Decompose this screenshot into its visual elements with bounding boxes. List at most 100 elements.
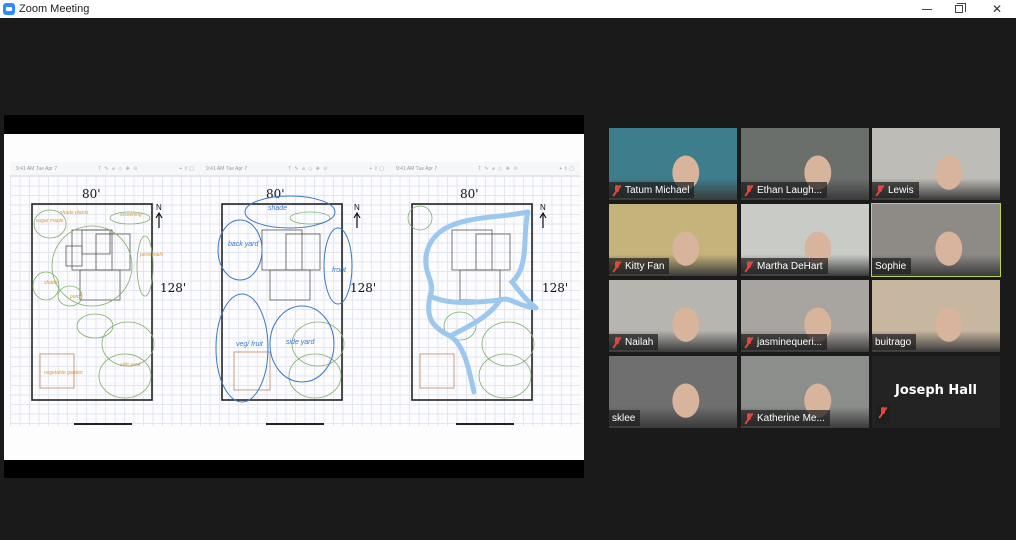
site-plan-page-1: 80' 128' N sugar maple shade plants scre…	[10, 176, 200, 426]
dim-width-1: 80'	[82, 187, 101, 201]
participant-tile[interactable]: Katherine Me...	[741, 356, 869, 428]
mic-muted-icon	[612, 260, 622, 272]
svg-text:shade: shade	[268, 205, 287, 212]
participant-name: Lewis	[888, 184, 914, 196]
participant-tile[interactable]: Nailah	[609, 280, 737, 352]
participant-name: Ethan Laugh...	[757, 184, 823, 196]
participant-nameplate: Katherine Me...	[741, 410, 830, 426]
toolbar-tools: T ✎ ⌀ ◇ ✥ ⊙	[478, 165, 519, 172]
site-plan-drawing-3: 80' 128' N	[407, 187, 568, 401]
toolbar-actions: + ⇪ ▢	[369, 165, 384, 172]
participant-name: sklee	[612, 412, 636, 424]
site-plan-page-3: 80' 128' N	[390, 176, 580, 426]
participant-tile[interactable]: Kitty Fan	[609, 204, 737, 276]
svg-text:128': 128'	[350, 281, 376, 295]
ipad-toolbar-2: 9:41 AM Tue Apr 7 T ✎ ⌀ ◇ ✥ ⊙ + ⇪ ▢	[200, 162, 390, 176]
close-icon: ✕	[991, 2, 1003, 16]
participant-nameplate: sklee	[609, 410, 641, 426]
participant-nameplate: Kitty Fan	[609, 258, 670, 274]
toolbar-tools: T ✎ ⌀ ◇ ✥ ⊙	[98, 165, 139, 172]
title-bar: Zoom Meeting ✕	[0, 0, 1016, 18]
participant-name: Tatum Michael	[625, 184, 690, 196]
svg-text:shade: shade	[44, 280, 58, 286]
participant-nameplate: Lewis	[872, 182, 919, 198]
participant-tile[interactable]: Ethan Laugh...	[741, 128, 869, 200]
participant-tile[interactable]: Lewis	[872, 128, 1000, 200]
svg-text:N: N	[354, 203, 360, 212]
ipad-toolbar-3: 9:41 AM Tue Apr 7 T ✎ ⌀ ◇ ✥ ⊙ + ⇪ ▢	[390, 162, 580, 176]
toolbar-status: 9:41 AM Tue Apr 7	[206, 165, 248, 172]
participant-nameplate: Tatum Michael	[609, 182, 695, 198]
mic-muted-icon	[744, 260, 754, 272]
svg-text:side yard: side yard	[286, 339, 316, 346]
home-indicator-3	[456, 423, 514, 425]
svg-text:back yard: back yard	[228, 241, 259, 248]
restore-icon	[955, 3, 966, 13]
svg-text:128': 128'	[542, 281, 568, 295]
mic-muted-icon	[875, 184, 885, 196]
svg-text:veg/ fruit: veg/ fruit	[236, 341, 264, 348]
participant-name: Katherine Me...	[757, 412, 825, 424]
participant-nameplate: Sophie	[872, 258, 912, 274]
participant-tile[interactable]: Joseph Hall	[872, 356, 1000, 428]
zoom-app-icon	[3, 3, 15, 15]
site-plan-drawing-2: 80' 128' N shade back yard front veg/ fr…	[215, 187, 376, 403]
svg-text:side yard: side yard	[120, 362, 141, 368]
participant-tile[interactable]: buitrago	[872, 280, 1000, 352]
participant-nameplate: jasminequeri...	[741, 334, 828, 350]
minimize-button[interactable]	[909, 0, 945, 18]
minimize-icon	[922, 8, 932, 10]
participant-name: Martha DeHart	[757, 260, 823, 272]
mic-muted-icon	[744, 184, 754, 196]
zone-circles	[215, 195, 353, 403]
participant-nameplate: buitrago	[872, 334, 917, 350]
mic-muted-icon	[612, 184, 622, 196]
svg-text:vegetable garden: vegetable garden	[44, 370, 83, 376]
muted-indicator	[876, 404, 890, 424]
participant-nameplate: Nailah	[609, 334, 659, 350]
svg-text:sugar maple: sugar maple	[36, 218, 64, 224]
participant-tile[interactable]: sklee	[609, 356, 737, 428]
participant-tile[interactable]: Martha DeHart	[741, 204, 869, 276]
participant-tile[interactable]: jasminequeri...	[741, 280, 869, 352]
toolbar-actions: + ⇪ ▢	[559, 165, 574, 172]
participant-nameplate: Ethan Laugh...	[741, 182, 828, 198]
svg-text:front: front	[332, 267, 347, 274]
participant-tile[interactable]: Sophie	[871, 203, 1001, 277]
ipad-toolbar-1: 9:41 AM Tue Apr 7 T ✎ ⌀ ◇ ✥ ⊙ + ⇪ ▢	[10, 162, 200, 176]
participant-name: Nailah	[625, 336, 654, 348]
shared-screen[interactable]: 9:41 AM Tue Apr 7 T ✎ ⌀ ◇ ✥ ⊙ + ⇪ ▢ 80' …	[4, 115, 584, 478]
svg-text:perennials: perennials	[139, 252, 164, 258]
participant-name-large: Joseph Hall	[895, 383, 977, 398]
participant-name: buitrago	[875, 336, 912, 348]
home-indicator-2	[266, 423, 324, 425]
meeting-stage: 9:41 AM Tue Apr 7 T ✎ ⌀ ◇ ✥ ⊙ + ⇪ ▢ 80' …	[0, 18, 1016, 540]
site-plan-drawing-1: 80' 128' N sugar maple shade plants scre…	[31, 187, 186, 401]
participant-name: Kitty Fan	[625, 260, 665, 272]
house-footprint	[65, 229, 131, 301]
close-button[interactable]: ✕	[979, 0, 1015, 18]
dim-length-1: 128'	[160, 281, 186, 295]
participant-name: Sophie	[875, 260, 907, 272]
circulation-path	[423, 209, 539, 395]
participant-nameplate: Martha DeHart	[741, 258, 828, 274]
mic-muted-icon	[744, 412, 754, 424]
toolbar-status: 9:41 AM Tue Apr 7	[16, 165, 58, 172]
svg-text:shade plants: shade plants	[60, 210, 89, 216]
north-label-1: N	[156, 203, 162, 212]
participant-name: jasminequeri...	[757, 336, 823, 348]
svg-text:porch: porch	[69, 294, 83, 300]
site-plan-page-2: 80' 128' N shade back yard front veg/ fr…	[200, 176, 390, 426]
mic-muted-icon	[878, 407, 888, 418]
window-title: Zoom Meeting	[19, 3, 90, 15]
svg-text:N: N	[540, 203, 546, 212]
mic-muted-icon	[612, 336, 622, 348]
participant-tile[interactable]: Tatum Michael	[609, 128, 737, 200]
toolbar-status: 9:41 AM Tue Apr 7	[396, 165, 438, 172]
svg-text:80': 80'	[266, 187, 285, 201]
toolbar-actions: + ⇪ ▢	[179, 165, 194, 172]
mic-muted-icon	[744, 336, 754, 348]
svg-text:screening: screening	[120, 212, 142, 218]
toolbar-tools: T ✎ ⌀ ◇ ✥ ⊙	[288, 165, 329, 172]
restore-button[interactable]	[941, 0, 977, 18]
